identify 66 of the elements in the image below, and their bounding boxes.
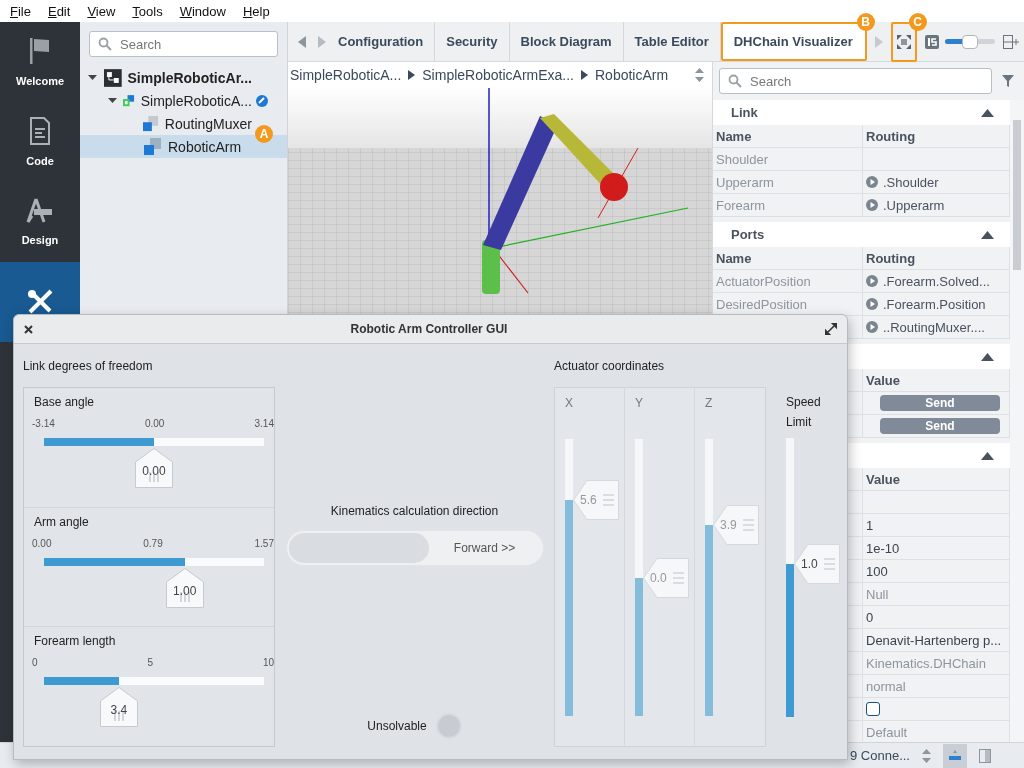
- tick-label: 0.79: [143, 537, 163, 549]
- tick-label: 1.57: [254, 537, 274, 549]
- routing-value: .Forearm.Position: [883, 296, 986, 312]
- column-header: Name: [713, 247, 863, 269]
- send-button[interactable]: Send: [880, 418, 1000, 434]
- activity-item[interactable]: Welcome: [0, 22, 80, 102]
- breadcrumb-item[interactable]: RoboticArm: [595, 67, 669, 83]
- section-header[interactable]: Ports: [713, 222, 1010, 247]
- direction-label: Kinematics calculation direction: [330, 504, 499, 518]
- toggle-switch[interactable]: Forward >>: [285, 530, 544, 566]
- menu-item[interactable]: View: [87, 3, 116, 19]
- tick-label: 10: [262, 657, 274, 669]
- callout-badge: A: [255, 125, 273, 143]
- column-header: Name: [713, 125, 863, 147]
- tab[interactable]: Configuration: [338, 22, 436, 61]
- routing-value: ..RoutingMuxer....: [883, 319, 985, 335]
- routing-value: .Forearm.Solved...: [883, 273, 990, 289]
- section-header[interactable]: Link: [713, 100, 1010, 125]
- menu-item[interactable]: Help: [242, 3, 270, 19]
- tree-item[interactable]: RoutingMuxer: [80, 112, 252, 135]
- routing-value: .Upperarm: [883, 197, 945, 213]
- tick-label: 5: [147, 657, 153, 669]
- slider-thumb[interactable]: 1.0: [794, 543, 840, 584]
- group-title: Actuator coordinates: [554, 357, 666, 375]
- status-label: Unsolvable: [367, 719, 427, 733]
- slider-thumb[interactable]: 3.4: [99, 687, 138, 728]
- dialog-title: Robotic Arm Controller GUI: [349, 322, 509, 336]
- send-button[interactable]: Send: [880, 395, 1000, 411]
- menu-item[interactable]: Tools: [132, 3, 163, 19]
- activity-item[interactable]: Design: [0, 182, 80, 262]
- connection-status: 9 Conne...: [850, 748, 910, 763]
- tab[interactable]: Table Editor: [623, 22, 721, 61]
- menu-item[interactable]: Window: [179, 3, 226, 19]
- slider-label: Base angle: [34, 395, 96, 409]
- breadcrumb-item[interactable]: SimpleRoboticA...: [290, 67, 402, 83]
- tree-item[interactable]: SimpleRoboticAr...: [80, 66, 252, 89]
- axis-label: Z: [705, 395, 714, 412]
- tab[interactable]: Block Diagram: [509, 22, 624, 61]
- tick-label: 3.14: [254, 418, 274, 429]
- table-cell: Forearm: [713, 194, 863, 216]
- slider-label: Forearm length: [34, 634, 117, 649]
- section-title: Link: [731, 105, 758, 120]
- search-field[interactable]: Search: [89, 31, 278, 57]
- table-cell: ActuatorPosition: [713, 270, 863, 292]
- slider-thumb[interactable]: 0.00: [135, 448, 173, 488]
- tree-item[interactable]: SimpleRoboticA...: [80, 89, 252, 112]
- group-title: Link degrees of freedom: [23, 357, 154, 375]
- axis-label: X: [565, 395, 574, 412]
- axis-label: Y: [635, 395, 644, 412]
- tick-label: 0.00: [32, 537, 52, 549]
- tick-label: -3.14: [32, 418, 55, 429]
- section-title: Ports: [731, 227, 765, 242]
- menu-item[interactable]: Edit: [47, 3, 71, 19]
- slider-thumb[interactable]: 1.00: [165, 567, 204, 608]
- search-field[interactable]: Search: [719, 68, 992, 94]
- slider-label: Arm angle: [34, 514, 90, 529]
- table-cell: Upperarm: [713, 171, 863, 193]
- tab[interactable]: Security: [435, 22, 510, 61]
- activity-item[interactable]: Code: [0, 102, 80, 182]
- tick-label: 0: [32, 657, 38, 669]
- tick-label: 0.00: [144, 418, 165, 429]
- table-cell: Shoulder: [713, 148, 863, 170]
- menu-item[interactable]: File: [10, 3, 31, 19]
- routing-value: .Shoulder: [883, 174, 939, 190]
- breadcrumb-item[interactable]: SimpleRoboticArmExa...: [422, 67, 574, 83]
- axis-label: Speed Limit: [786, 394, 822, 431]
